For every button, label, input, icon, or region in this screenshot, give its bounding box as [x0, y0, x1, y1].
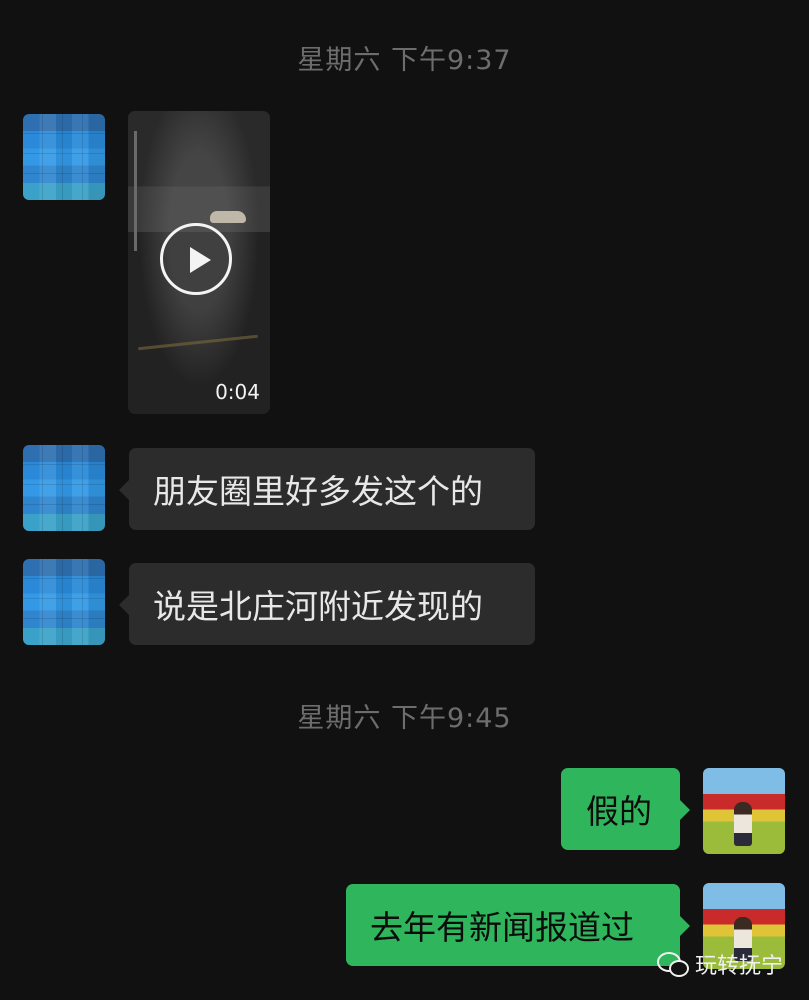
message-bubble-incoming[interactable]: 朋友圈里好多发这个的	[119, 448, 535, 530]
play-icon	[190, 247, 211, 273]
message-text: 去年有新闻报道过	[370, 908, 634, 947]
message-text: 说是北庄河附近发现的	[153, 587, 483, 626]
message-text: 朋友圈里好多发这个的	[153, 472, 483, 511]
video-pole	[134, 131, 137, 251]
video-animal	[210, 211, 246, 223]
timestamp: 星期六 下午9:45	[297, 703, 512, 734]
wechat-icon	[656, 952, 689, 977]
play-button[interactable]	[160, 223, 232, 295]
avatar-person	[734, 802, 752, 846]
avatar[interactable]	[23, 114, 105, 200]
video-message[interactable]: 0:04	[128, 111, 270, 414]
video-road-line	[138, 334, 258, 351]
avatar[interactable]	[23, 445, 105, 531]
message-bubble-incoming[interactable]: 说是北庄河附近发现的	[119, 563, 535, 645]
message-bubble-outgoing[interactable]: 假的	[561, 768, 690, 850]
my-avatar[interactable]	[703, 768, 785, 854]
timestamp: 星期六 下午9:37	[297, 45, 512, 76]
video-duration: 0:04	[215, 380, 260, 404]
watermark: 玩转抚宁	[656, 948, 783, 980]
message-text: 假的	[586, 792, 652, 831]
watermark-text: 玩转抚宁	[694, 954, 783, 979]
message-bubble-outgoing[interactable]: 去年有新闻报道过	[346, 884, 690, 966]
avatar[interactable]	[23, 559, 105, 645]
